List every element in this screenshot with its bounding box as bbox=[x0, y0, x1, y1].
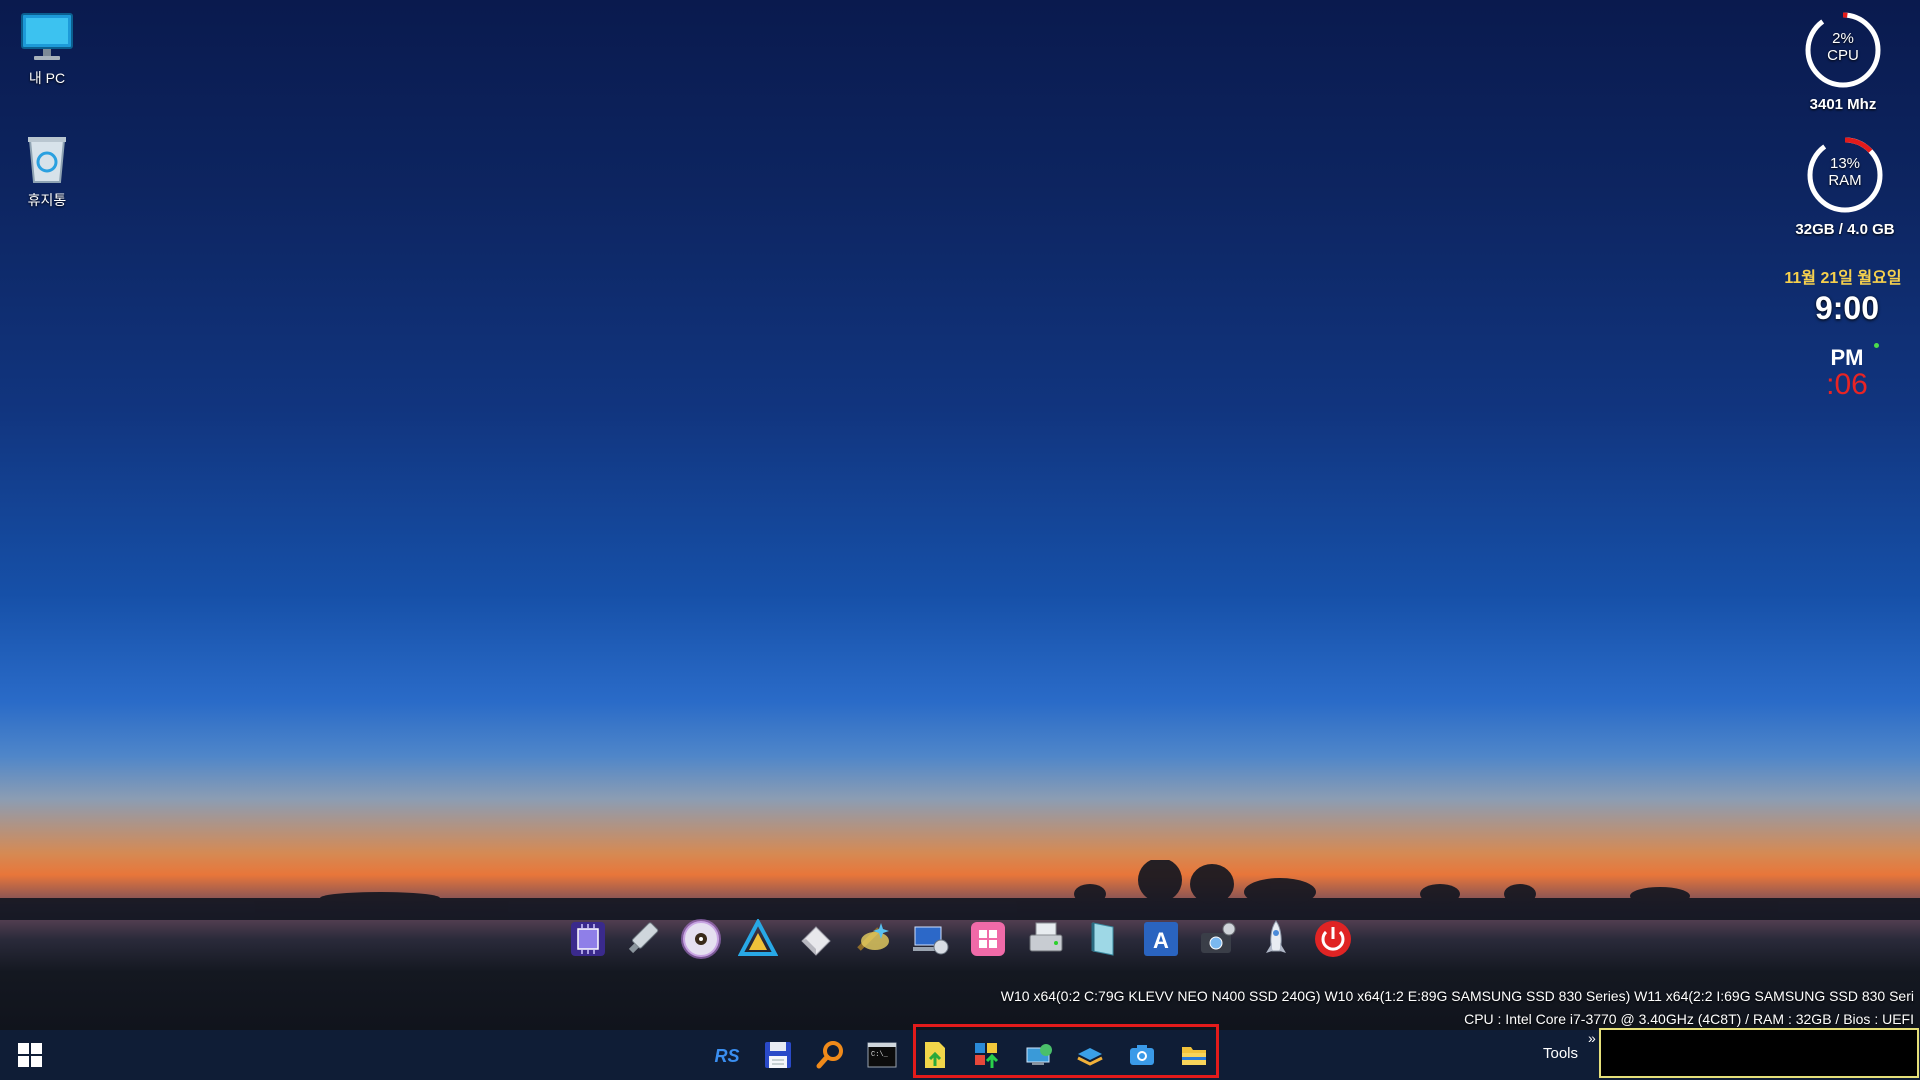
taskbar-file-upload-app[interactable] bbox=[913, 1034, 957, 1076]
recycle-bin-icon bbox=[20, 132, 74, 186]
horizon-silhouette bbox=[0, 860, 1920, 920]
monitor-icon bbox=[20, 10, 74, 64]
windows-pink-icon bbox=[971, 922, 1005, 956]
tools-toolbar-label[interactable]: Tools bbox=[1543, 1045, 1578, 1062]
system-info-hardware: CPU : Intel Core i7-3770 @ 3.40GHz (4C8T… bbox=[1464, 1011, 1914, 1027]
dock-rocket[interactable] bbox=[1255, 918, 1297, 960]
dock-book[interactable] bbox=[1082, 918, 1124, 960]
rs-logo-icon: RS bbox=[714, 1046, 739, 1066]
clock-date: 11월 21일 월요일 bbox=[1784, 270, 1902, 287]
cpu-chip-icon bbox=[571, 922, 605, 956]
taskbar-save-app[interactable] bbox=[756, 1034, 800, 1076]
desktop-icon-recycle-bin[interactable]: 휴지통 bbox=[2, 132, 92, 210]
disc-icon bbox=[681, 919, 721, 959]
dock-windows-pink[interactable] bbox=[967, 918, 1009, 960]
eraser-icon bbox=[801, 926, 831, 956]
clock-time: 9:00 bbox=[1814, 290, 1880, 326]
taskbar-search-app[interactable] bbox=[808, 1034, 852, 1076]
ram-label: RAM bbox=[1828, 172, 1862, 189]
book-icon bbox=[1091, 922, 1114, 956]
clock-seconds: :06 bbox=[1826, 368, 1868, 401]
camera-settings-icon bbox=[1201, 922, 1236, 953]
windows-start-icon bbox=[18, 1043, 42, 1067]
usb-drive-icon bbox=[628, 922, 659, 954]
taskbar-camera-app[interactable] bbox=[1120, 1034, 1164, 1076]
dock-power[interactable] bbox=[1312, 918, 1354, 960]
dock-usb[interactable] bbox=[622, 918, 664, 960]
dock-triangle-app[interactable] bbox=[737, 918, 779, 960]
save-floppy-icon bbox=[765, 1042, 791, 1068]
book-stack-icon bbox=[1077, 1048, 1103, 1066]
dock-font-a[interactable]: A bbox=[1140, 918, 1182, 960]
cpu-frequency: 3401 Mhz bbox=[1809, 96, 1877, 113]
desktop-icon-my-pc[interactable]: 내 PC bbox=[2, 10, 92, 88]
dock-disc[interactable] bbox=[680, 918, 722, 960]
dock-magic-wand[interactable] bbox=[852, 918, 894, 960]
dock-network-computer[interactable] bbox=[910, 918, 952, 960]
rocket-icon bbox=[1266, 920, 1286, 953]
folder-icon bbox=[1182, 1047, 1206, 1065]
ram-usage: 32GB / 4.0 GB bbox=[1795, 221, 1895, 238]
desktop-icon-label: 내 PC bbox=[28, 70, 66, 86]
network-icon bbox=[1026, 1044, 1052, 1065]
camera-icon bbox=[1130, 1045, 1154, 1065]
triangle-logo-icon bbox=[738, 919, 778, 956]
font-a-icon: A bbox=[1144, 922, 1178, 956]
disk-tool-icon bbox=[1029, 922, 1063, 952]
network-computer-icon bbox=[913, 926, 949, 955]
svg-text:RS: RS bbox=[714, 1046, 739, 1066]
taskbar-network-app[interactable] bbox=[1017, 1034, 1061, 1076]
start-button[interactable] bbox=[8, 1034, 52, 1076]
cpu-label: CPU bbox=[1827, 47, 1859, 64]
desktop-icon-label: 휴지통 bbox=[27, 192, 67, 208]
system-info-drives: W10 x64(0:2 C:79G KLEVV NEO N400 SSD 240… bbox=[1000, 988, 1914, 1004]
svg-text:C:\_: C:\_ bbox=[871, 1051, 889, 1059]
grid-upload-icon bbox=[975, 1043, 999, 1068]
search-icon bbox=[816, 1041, 843, 1069]
dock-eraser[interactable] bbox=[795, 918, 837, 960]
taskbar-grid-upload-app[interactable] bbox=[965, 1034, 1009, 1076]
toolbar-overflow-chevron[interactable]: » bbox=[1588, 1030, 1596, 1046]
cpu-percent: 2% bbox=[1832, 30, 1854, 47]
power-icon bbox=[1315, 921, 1351, 957]
magic-wand-icon bbox=[857, 923, 889, 951]
ram-gauge: 13% RAM 32GB / 4.0 GB bbox=[1780, 135, 1910, 238]
taskbar-terminal-app[interactable]: C:\_ bbox=[860, 1034, 904, 1076]
cpu-gauge: 2% CPU 3401 Mhz bbox=[1788, 10, 1898, 113]
terminal-icon: C:\_ bbox=[867, 1042, 897, 1068]
dock-cpu-chip[interactable] bbox=[567, 918, 609, 960]
file-upload-icon bbox=[925, 1042, 945, 1068]
taskbar-folder-app[interactable] bbox=[1172, 1034, 1216, 1076]
ram-percent: 13% bbox=[1829, 155, 1861, 172]
dock-camera-settings[interactable] bbox=[1197, 918, 1239, 960]
taskbar-book-stack-app[interactable] bbox=[1068, 1034, 1112, 1076]
system-tray-area[interactable] bbox=[1599, 1028, 1919, 1078]
taskbar-rs-app[interactable]: RS bbox=[705, 1034, 749, 1076]
desktop: 내 PC 휴지통 2% CPU 3401 Mhz 13% RAM 32GB / … bbox=[0, 0, 1920, 1080]
dock-disk-tool[interactable] bbox=[1025, 918, 1067, 960]
svg-text:A: A bbox=[1153, 928, 1169, 953]
